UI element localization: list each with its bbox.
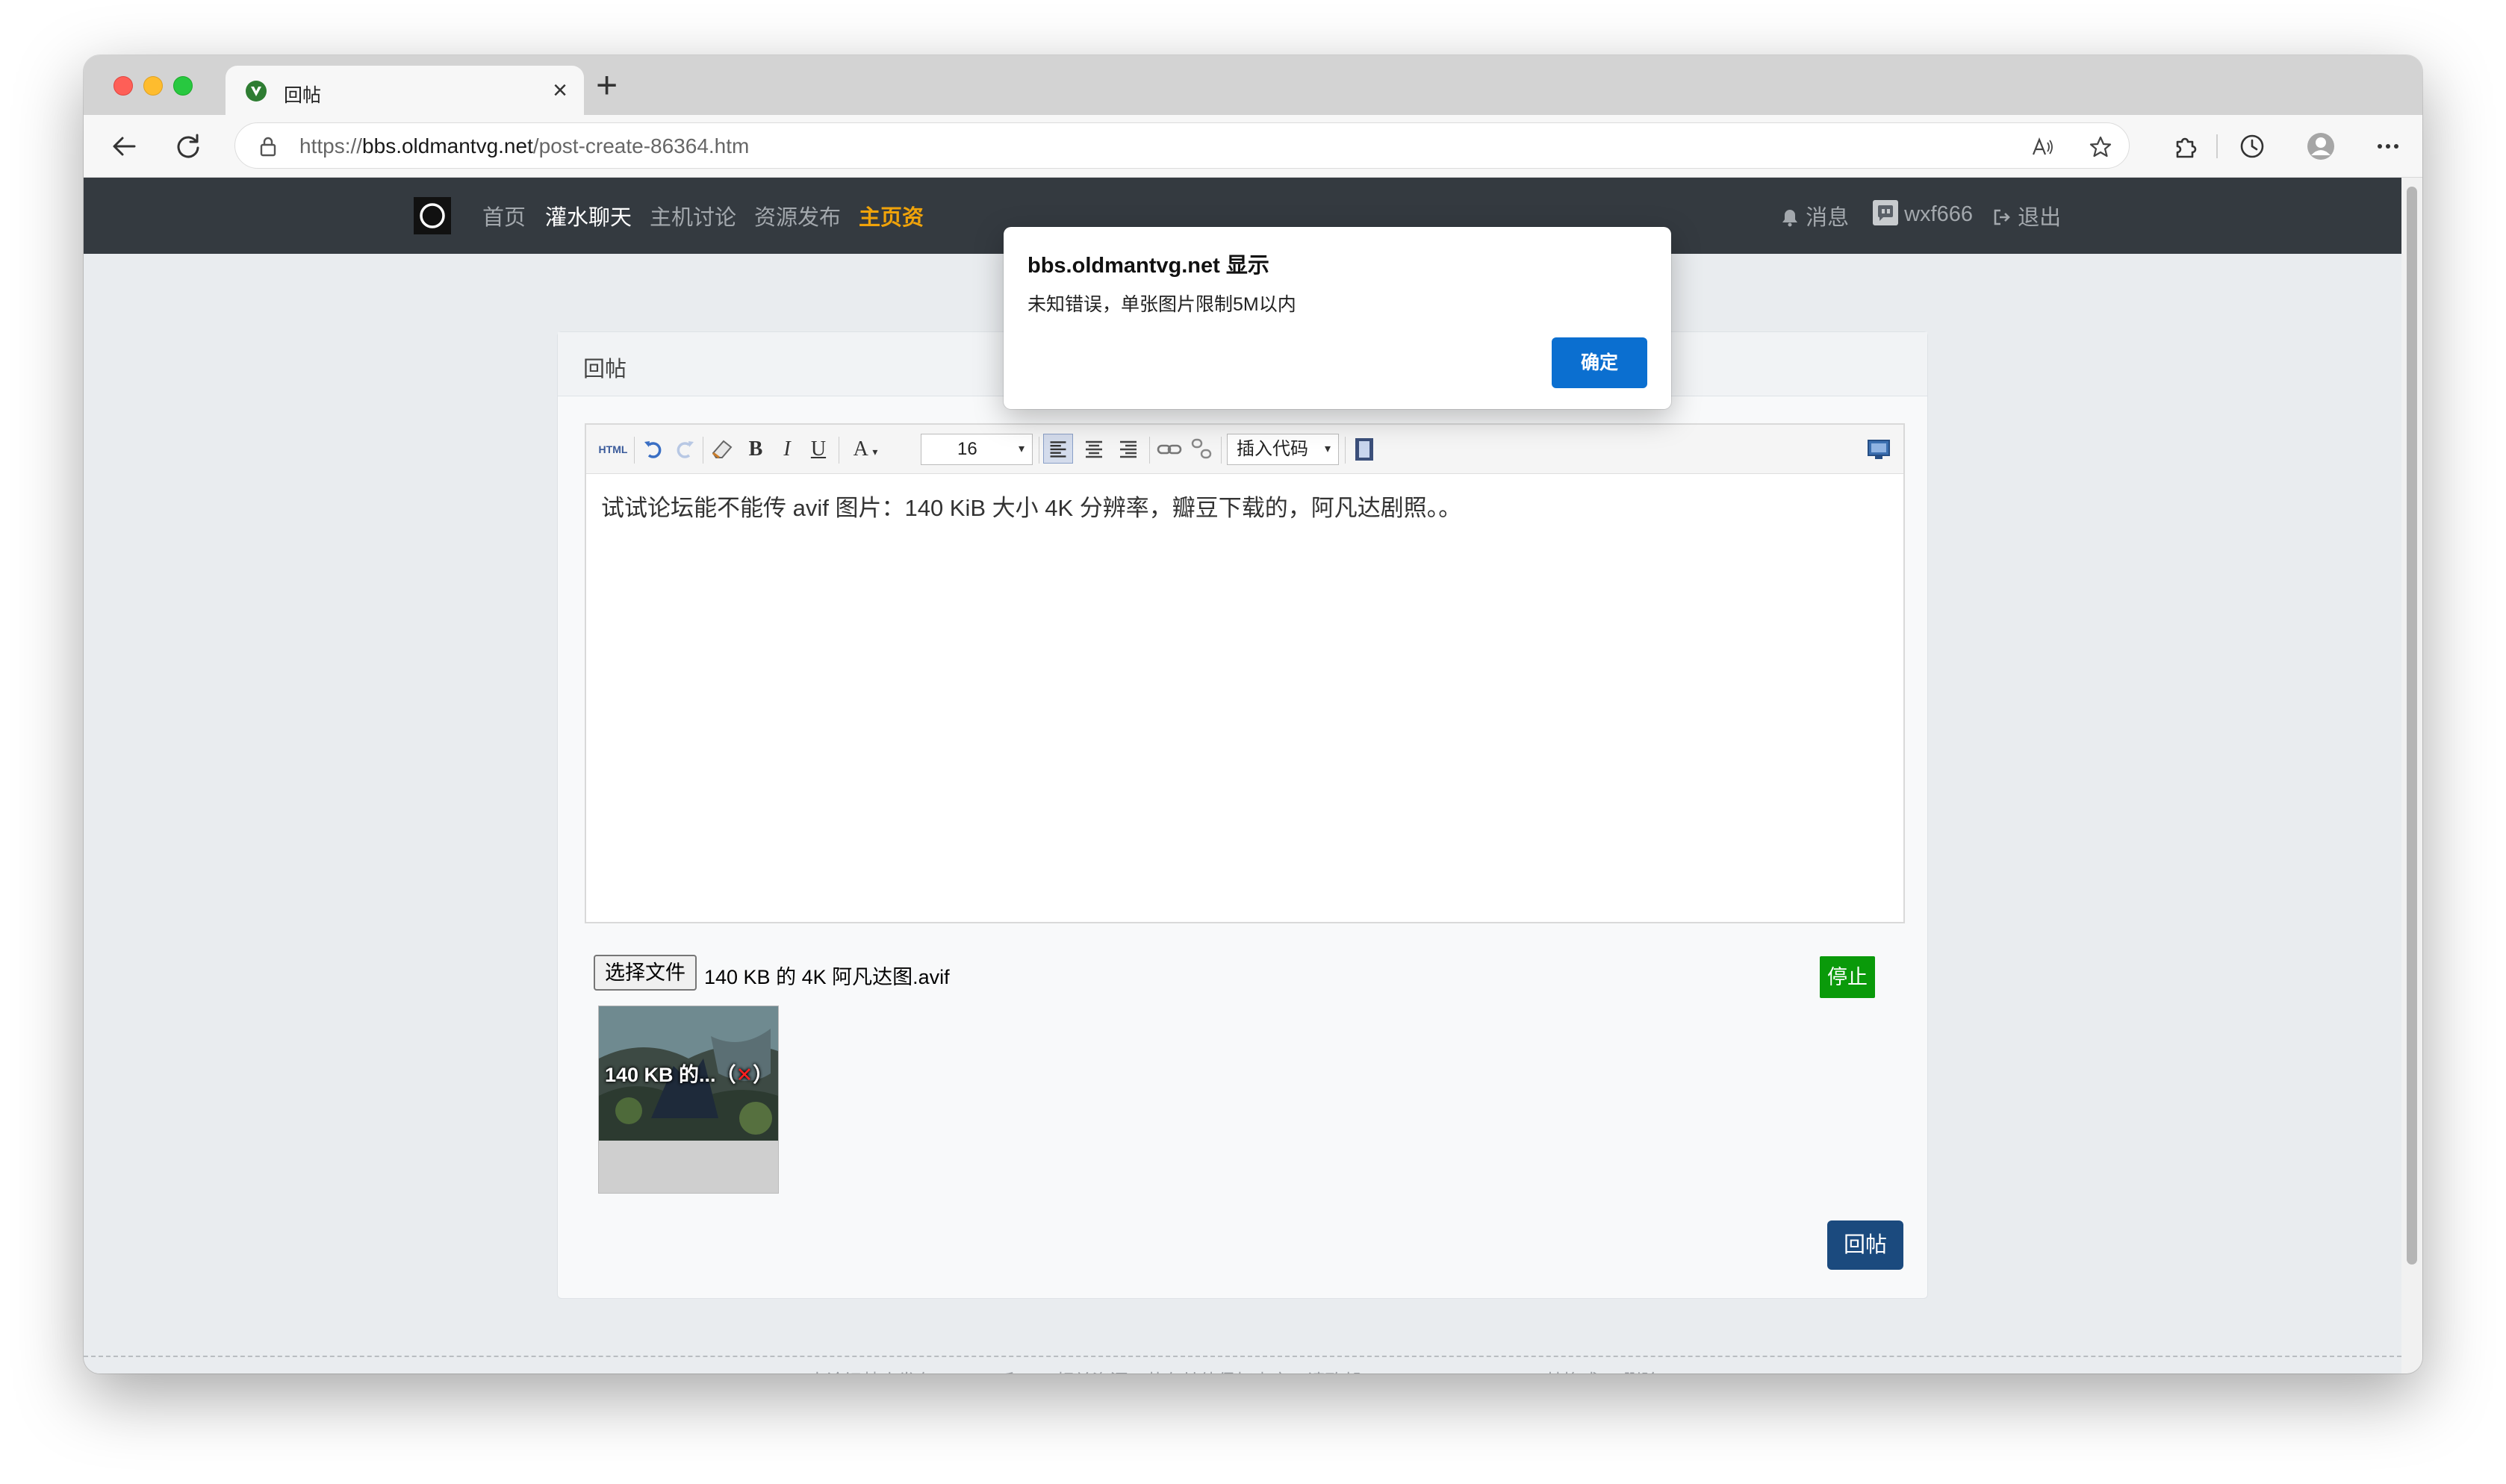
new-tab-button[interactable]: + [596, 63, 618, 107]
nav-item-chat[interactable]: 灌水聊天 [545, 200, 632, 231]
html-source-button[interactable]: HTML [597, 437, 629, 462]
site-logo-icon[interactable] [414, 197, 451, 234]
reply-card: 回帖 HTML B I U A ▾ 16 ▾ 插入代码 ▾ 试试论坛能不能传 a… [557, 331, 1928, 1299]
fullscreen-icon[interactable] [1865, 435, 1893, 464]
eraser-icon[interactable] [709, 437, 736, 462]
reload-icon[interactable] [173, 131, 203, 161]
back-icon[interactable] [109, 131, 139, 161]
choose-file-button[interactable]: 选择文件 [594, 955, 697, 991]
upload-thumbnail: 140 KB 的...（✕） [598, 1006, 779, 1194]
messages-link[interactable]: 消息 [1780, 200, 1849, 231]
editor-toolbar: HTML B I U A ▾ 16 ▾ 插入代码 ▾ [586, 425, 1903, 474]
unlink-icon[interactable] [1188, 435, 1216, 464]
stop-upload-button[interactable]: 停止 [1820, 956, 1875, 998]
url-text[interactable]: https://bbs.oldmantvg.net/post-create-86… [299, 134, 749, 158]
toolbar-divider [2216, 134, 2218, 158]
lock-icon[interactable] [258, 135, 279, 158]
username-label: wxf666 [1904, 202, 1973, 226]
bold-button[interactable]: B [744, 437, 767, 462]
close-window-button[interactable] [114, 76, 133, 96]
scrollbar-thumb[interactable] [2407, 187, 2417, 1265]
more-menu-icon[interactable] [2373, 131, 2403, 161]
user-profile-link[interactable]: wxf666 [1873, 200, 1973, 227]
tab-bar: 回帖 × + [84, 55, 2422, 115]
history-icon[interactable] [2237, 131, 2267, 161]
editor-divider [1149, 437, 1150, 464]
align-left-icon[interactable] [1043, 434, 1073, 464]
selected-file-name: 140 KB 的 4K 阿凡达图.avif [704, 966, 950, 988]
nav-item-console[interactable]: 主机讨论 [650, 200, 736, 231]
browser-window: 回帖 × + https://bbs.oldmantvg.net/post-cr… [84, 55, 2422, 1374]
tab-close-icon[interactable]: × [553, 76, 568, 105]
maximize-window-button[interactable] [173, 76, 193, 96]
editor-divider [1345, 437, 1346, 464]
editor-divider [1221, 437, 1222, 464]
nav-item-homepage[interactable]: 主页资 [859, 200, 924, 231]
submit-reply-button[interactable]: 回帖 [1827, 1220, 1903, 1270]
site-favicon-icon [246, 81, 267, 102]
dialog-ok-button[interactable]: 确定 [1552, 337, 1647, 388]
chevron-down-icon: ▾ [1018, 443, 1025, 455]
rich-text-editor: HTML B I U A ▾ 16 ▾ 插入代码 ▾ 试试论坛能不能传 avif… [585, 423, 1905, 923]
link-icon[interactable] [1155, 435, 1184, 464]
messages-label: 消息 [1806, 206, 1850, 230]
thumbnail-caption: 140 KB 的...（✕） [605, 1064, 774, 1086]
video-icon[interactable] [1351, 435, 1378, 464]
chevron-down-icon: ▾ [1324, 443, 1331, 455]
minimize-window-button[interactable] [143, 76, 163, 96]
underline-button[interactable]: U [807, 437, 830, 462]
font-color-button[interactable]: A ▾ [845, 437, 886, 462]
undo-icon[interactable] [641, 437, 665, 461]
favorite-star-icon[interactable] [2089, 135, 2112, 159]
logout-label: 退出 [2018, 206, 2062, 230]
footer-text: 本论坛禁止发布SWITCH和PS4相关资源，若有其他侵权内容，请致邮336034… [84, 1366, 2401, 1374]
remove-upload-icon[interactable]: ✕ [736, 1064, 753, 1086]
insert-code-label: 插入代码 [1237, 439, 1308, 459]
alert-dialog: bbs.oldmantvg.net 显示 未知错误，单张图片限制5M以内 确定 [1004, 227, 1671, 409]
align-center-icon[interactable] [1079, 434, 1109, 464]
bell-icon [1782, 210, 1797, 227]
footer-divider [84, 1356, 2401, 1357]
user-avatar-icon [1873, 200, 1898, 225]
extensions-icon[interactable] [2170, 131, 2200, 161]
tab-title: 回帖 [284, 85, 322, 106]
align-right-icon[interactable] [1113, 434, 1143, 464]
nav-item-resources[interactable]: 资源发布 [754, 200, 841, 231]
insert-code-select[interactable]: 插入代码 ▾ [1227, 434, 1339, 465]
profile-avatar-icon[interactable] [2306, 131, 2336, 161]
font-size-select[interactable]: 16 ▾ [921, 434, 1033, 465]
logout-link[interactable]: 退出 [1992, 200, 2061, 231]
dialog-title: bbs.oldmantvg.net 显示 [1027, 254, 1269, 278]
read-aloud-icon[interactable] [2030, 135, 2054, 159]
redo-icon[interactable] [673, 437, 697, 461]
editor-divider [634, 437, 635, 464]
dialog-message: 未知错误，单张图片限制5M以内 [1027, 294, 1296, 315]
address-bar[interactable]: https://bbs.oldmantvg.net/post-create-86… [234, 122, 2130, 169]
nav-item-home[interactable]: 首页 [482, 200, 526, 231]
font-size-value: 16 [957, 439, 977, 459]
logout-icon [1994, 209, 2010, 225]
italic-button[interactable]: I [776, 437, 798, 462]
card-title: 回帖 [583, 358, 627, 381]
browser-tab[interactable]: 回帖 × [226, 66, 584, 115]
editor-content[interactable]: 试试论坛能不能传 avif 图片：140 KiB 大小 4K 分辨率，瓣豆下载的… [601, 489, 1461, 523]
browser-toolbar: https://bbs.oldmantvg.net/post-create-86… [84, 115, 2422, 178]
